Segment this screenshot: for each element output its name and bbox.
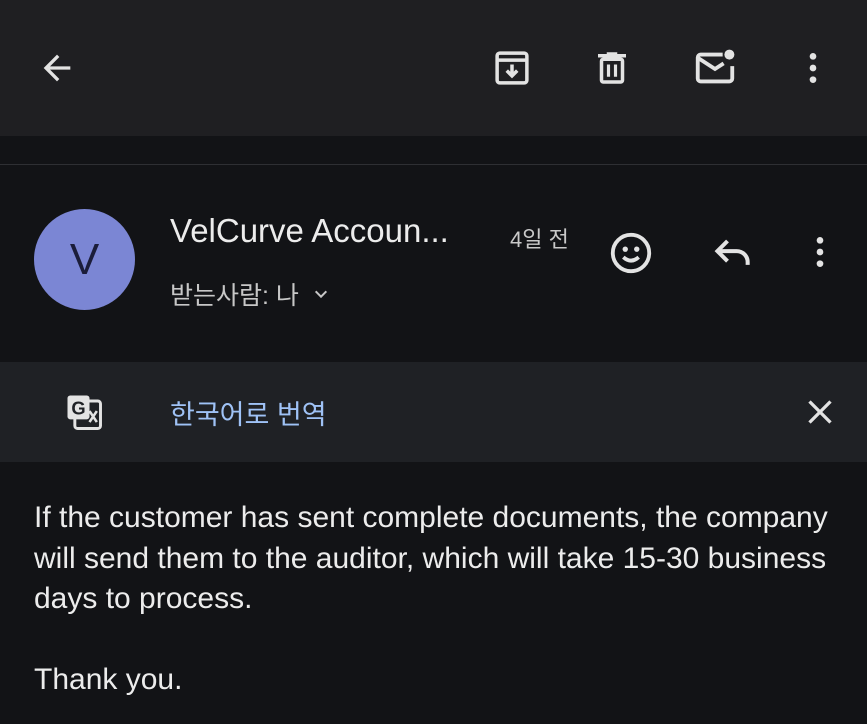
recipient-details-toggle[interactable]: 받는사람: 나 [170,276,329,312]
divider [0,164,867,165]
sender-name: VelCurve Accoun... [170,212,449,249]
close-icon [808,400,832,424]
chevron-down-icon [314,290,327,299]
svg-text:G: G [71,397,85,418]
reply-button[interactable] [705,224,761,280]
more-options-button[interactable] [785,40,841,96]
top-toolbar [0,0,867,136]
react-emoji-button[interactable] [603,225,659,281]
translate-link[interactable]: 한국어로 번역 [170,393,327,432]
archive-icon [495,51,529,85]
message-body: If the customer has sent complete docume… [34,501,828,615]
translate-icon-wrap: G [56,384,112,440]
back-button[interactable] [29,40,85,96]
mark-unread-button[interactable] [687,40,743,96]
dismiss-translate-button[interactable] [792,384,848,440]
delete-button[interactable] [584,40,640,96]
message-closing: Thank you. [34,663,183,696]
translate-bar [0,362,867,462]
archive-button[interactable] [484,40,540,96]
avatar-letter: V [69,234,100,284]
reply-icon [714,239,750,265]
smiley-icon [610,232,652,274]
avatar[interactable]: V [34,209,135,310]
email-view: V VelCurve Accoun... 4일 전 받는사람: 나 G 한국어로… [0,0,867,724]
mail-unread-icon [695,49,735,84]
google-translate-icon: G [67,395,102,430]
recipient-label: 받는사람: 나 [170,282,299,310]
more-vert-icon [809,53,817,83]
more-vert-icon [816,237,824,267]
trash-icon [598,52,626,84]
message-more-button[interactable] [792,224,848,280]
arrow-left-icon [43,54,71,82]
sent-time: 4일 전 [510,227,569,252]
